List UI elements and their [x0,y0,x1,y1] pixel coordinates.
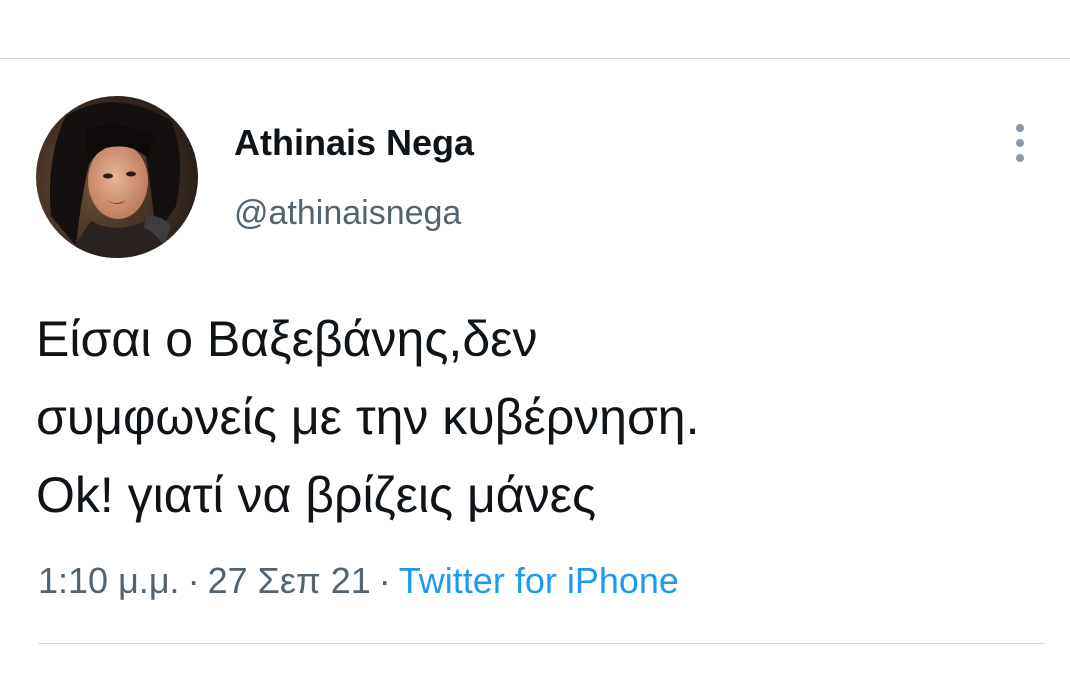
tweet-text: Είσαι ο Βαξεβάνης,δεν συμφωνείς με την κ… [36,300,1036,534]
tweet-text-line: Είσαι ο Βαξεβάνης,δεν [36,311,538,367]
tweet-source-link[interactable]: Twitter for iPhone [399,560,679,601]
avatar[interactable] [36,96,198,258]
tweet-meta: 1:10 μ.μ. · 27 Σεπ 21 · Twitter for iPhone [38,560,679,602]
more-vertical-icon [1016,124,1024,162]
profile-photo-icon [36,96,198,258]
author-handle[interactable]: @athinaisnega [234,194,461,233]
tweet-detail-view: Athinais Nega @athinaisnega Είσαι ο Βαξε… [0,0,1070,689]
tweet-date[interactable]: 27 Σεπ 21 [208,560,371,601]
top-divider [0,58,1070,59]
author-display-name[interactable]: Athinais Nega [234,122,474,164]
bottom-divider [38,643,1044,644]
meta-separator: · [187,560,200,601]
tweet-text-line: συμφωνείς με την κυβέρνηση. [36,389,700,445]
tweet-time[interactable]: 1:10 μ.μ. [38,560,180,601]
tweet-text-line: Ok! γιατί να βρίζεις μάνες [36,467,597,523]
meta-separator: · [378,560,391,601]
more-options-button[interactable] [1002,120,1038,166]
